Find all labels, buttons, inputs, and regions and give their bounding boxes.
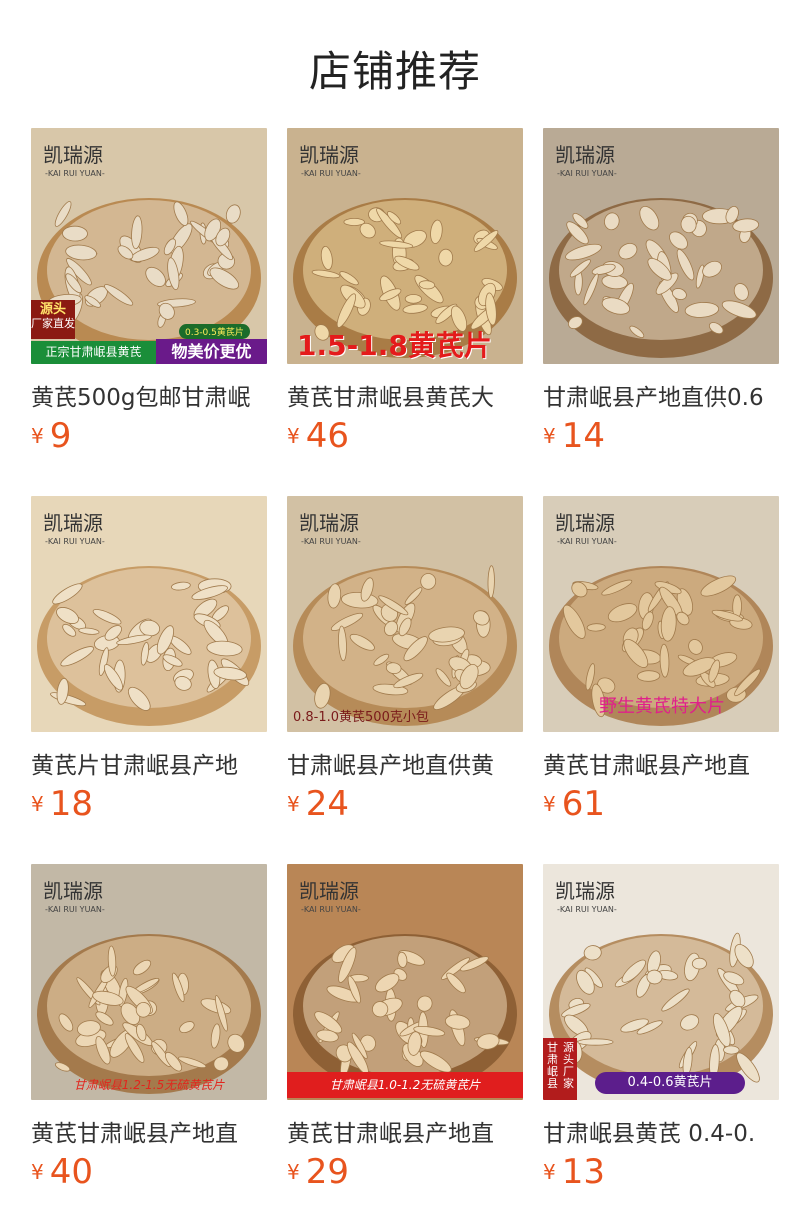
svg-text:凯瑞源: 凯瑞源 [299,879,359,903]
product-name[interactable]: 黄芪500g包邮甘肃岷 [31,378,267,412]
product-name[interactable]: 甘肃岷县产地直供0.6 [543,378,779,412]
currency-symbol: ¥ [543,1160,556,1184]
currency-symbol: ¥ [543,792,556,816]
price-amount: 46 [305,416,349,456]
product-price: ¥46 [287,416,349,456]
price-amount: 9 [49,416,72,456]
product-name[interactable]: 甘肃岷县黄芪 0.4-0. [543,1114,779,1148]
price-amount: 29 [305,1152,349,1192]
product-image[interactable]: 凯瑞源 -KAI RUI YUAN- 野生黄芪特大片 [543,496,779,732]
svg-text:凯瑞源: 凯瑞源 [43,143,103,167]
price-amount: 13 [561,1152,605,1192]
svg-text:-KAI RUI YUAN-: -KAI RUI YUAN- [301,905,361,914]
product-price: ¥40 [31,1152,93,1192]
currency-symbol: ¥ [543,424,556,448]
product-image[interactable]: 凯瑞源 -KAI RUI YUAN- 1.5-1.8黄芪片 [287,128,523,364]
svg-text:-KAI RUI YUAN-: -KAI RUI YUAN- [557,537,617,546]
product-price: ¥61 [543,784,605,824]
price-amount: 24 [305,784,349,824]
svg-text:-KAI RUI YUAN-: -KAI RUI YUAN- [557,905,617,914]
product-image[interactable]: 凯瑞源 -KAI RUI YUAN- 甘肃岷县1.2-1.5无硫黄芪片 [31,864,267,1100]
product-name[interactable]: 黄芪甘肃岷县产地直 [287,1114,523,1148]
svg-text:凯瑞源: 凯瑞源 [555,511,615,535]
svg-text:凯瑞源: 凯瑞源 [299,511,359,535]
svg-text:凯瑞源: 凯瑞源 [555,879,615,903]
price-amount: 61 [561,784,605,824]
product-name[interactable]: 黄芪甘肃岷县产地直 [31,1114,267,1148]
product-name[interactable]: 黄芪甘肃岷县黄芪大 [287,378,523,412]
product-image[interactable]: 凯瑞源 -KAI RUI YUAN- [31,496,267,732]
price-amount: 14 [561,416,605,456]
currency-symbol: ¥ [31,424,44,448]
svg-text:-KAI RUI YUAN-: -KAI RUI YUAN- [45,905,105,914]
svg-text:-KAI RUI YUAN-: -KAI RUI YUAN- [301,169,361,178]
currency-symbol: ¥ [287,1160,300,1184]
section-title: 店铺推荐 [308,47,481,96]
svg-text:-KAI RUI YUAN-: -KAI RUI YUAN- [45,537,105,546]
svg-text:凯瑞源: 凯瑞源 [299,143,359,167]
product-price: ¥24 [287,784,349,824]
currency-symbol: ¥ [31,792,44,816]
price-amount: 18 [49,784,93,824]
product-image[interactable]: 凯瑞源 -KAI RUI YUAN- [543,128,779,364]
price-amount: 40 [49,1152,93,1192]
svg-text:-KAI RUI YUAN-: -KAI RUI YUAN- [45,169,105,178]
currency-symbol: ¥ [287,792,300,816]
svg-text:-KAI RUI YUAN-: -KAI RUI YUAN- [301,537,361,546]
product-name[interactable]: 黄芪片甘肃岷县产地 [31,746,267,780]
product-image[interactable]: 凯瑞源 -KAI RUI YUAN- 甘肃岷县1.0-1.2无硫黄芪片 [287,864,523,1100]
svg-text:-KAI RUI YUAN-: -KAI RUI YUAN- [557,169,617,178]
svg-text:凯瑞源: 凯瑞源 [43,879,103,903]
svg-text:凯瑞源: 凯瑞源 [555,143,615,167]
currency-symbol: ¥ [287,424,300,448]
product-price: ¥9 [31,416,71,456]
product-image[interactable]: 凯瑞源 -KAI RUI YUAN- 0.8-1.0黄芪500克小包 [287,496,523,732]
product-image[interactable]: 凯瑞源 -KAI RUI YUAN- 源头 厂家直发 0.3-0.5黄芪片 正宗甘肃岷县黄… [31,128,267,364]
product-price: ¥14 [543,416,605,456]
product-image[interactable]: 凯瑞源 -KAI RUI YUAN- 源头厂家 甘肃岷县 0.4-0.6黄芪片 [543,864,779,1100]
product-price: ¥13 [543,1152,605,1192]
product-name[interactable]: 黄芪甘肃岷县产地直 [543,746,779,780]
product-name[interactable]: 甘肃岷县产地直供黄 [287,746,523,780]
currency-symbol: ¥ [31,1160,44,1184]
svg-text:凯瑞源: 凯瑞源 [43,511,103,535]
product-price: ¥18 [31,784,93,824]
product-price: ¥29 [287,1152,349,1192]
